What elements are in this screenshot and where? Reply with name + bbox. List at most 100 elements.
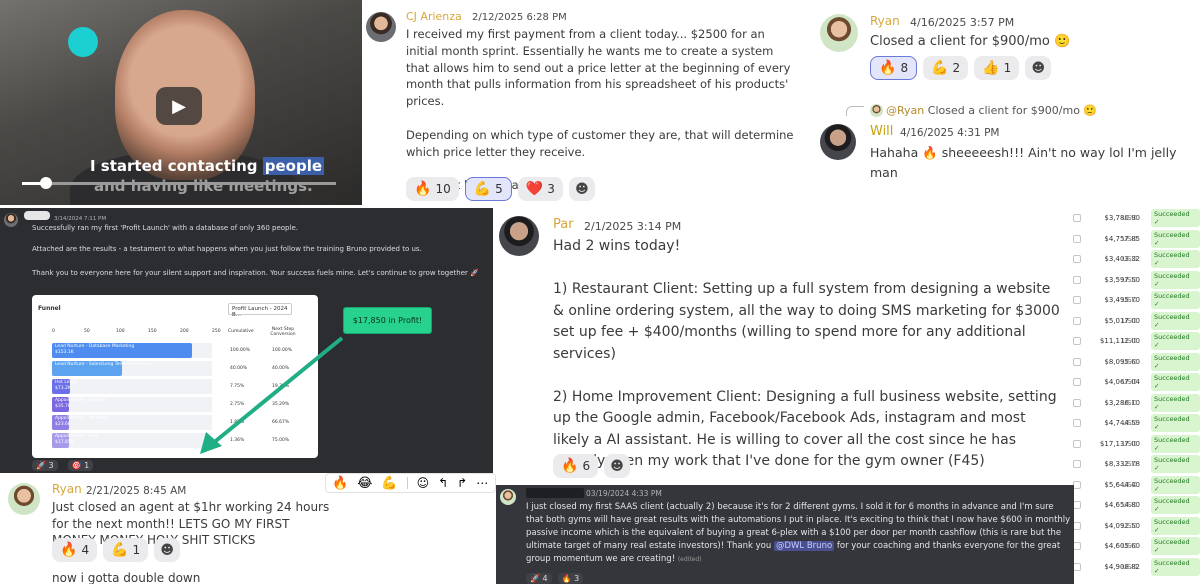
row-checkbox[interactable] [1073,275,1081,284]
row-checkbox[interactable] [1073,337,1081,345]
status-badge: Succeeded ✓ [1151,311,1200,330]
payment-row[interactable]: $4,744.59 USD Succeeded ✓ [1064,413,1200,433]
add-reaction-icon[interactable]: ☻ [568,177,595,201]
add-reaction-icon[interactable]: ☺ [417,476,430,490]
row-checkbox[interactable] [1073,234,1081,243]
row-checkbox[interactable] [1073,542,1081,550]
forward-icon[interactable]: ↱ [457,476,467,490]
add-reaction-icon[interactable]: ☻ [154,538,181,562]
author-name[interactable]: Ryan [870,14,900,28]
payment-row[interactable]: $8,332.78 USD Succeeded ✓ [1064,454,1200,474]
payment-row[interactable]: $3,780.90 USD Succeeded ✓ [1064,208,1200,228]
play-icon[interactable]: ▶ [156,87,202,125]
row-checkbox[interactable] [1073,378,1081,386]
avatar[interactable] [500,489,516,505]
reply-preview[interactable]: @Ryan Closed a client for $900/mo 🙂 [886,104,1097,117]
row-checkbox[interactable] [1073,316,1081,325]
row-checkbox[interactable] [1073,460,1081,468]
reaction-chip[interactable]: 👍 1 [974,56,1020,80]
row-checkbox[interactable] [1073,398,1081,407]
status-badge: Succeeded ✓ [1151,332,1200,350]
row-checkbox[interactable] [1073,214,1081,222]
payment-row[interactable]: $5,017.00 USD Succeeded ✓ [1064,311,1200,331]
message-time: 2/1/2025 3:14 PM [584,220,682,233]
message-time: 2/12/2025 6:28 PM [472,12,567,23]
avatar[interactable] [366,12,396,42]
funnel-tick: 0 [52,329,55,334]
reaction-chip[interactable]: ❤️ 3 [517,177,563,201]
row-checkbox[interactable] [1073,296,1081,304]
reaction-chip[interactable]: 🔥 4 [52,538,98,562]
reaction-chip[interactable]: 🔥 10 [406,177,459,201]
payment-row[interactable]: $3,286.10 USD Succeeded ✓ [1064,393,1200,413]
avatar[interactable] [820,124,856,160]
reaction-bar: 🔥 8 💪 2 👍 1 ☻ [870,56,1052,80]
author-name[interactable]: CJ Arienza [406,10,462,23]
toolbar-fire-reaction[interactable]: 🔥 [332,476,348,491]
toolbar-laugh-reaction[interactable]: 😂 [357,476,372,491]
reaction-chip[interactable]: 💪 2 [923,56,969,80]
mention-link[interactable]: @DWL Bruno [773,541,835,551]
reaction-chip[interactable]: 💪 5 [464,177,512,201]
payment-currency: USD [1122,439,1137,448]
message-cj: CJ Arienza 2/12/2025 6:28 PM I received … [362,0,802,205]
avatar[interactable] [820,14,858,52]
reaction-chip[interactable]: 🚀 4 [526,573,552,584]
reaction-emoji: 🔥 [879,60,897,76]
avatar[interactable] [4,213,18,227]
reaction-count: 2 [952,61,961,75]
video-progress-handle[interactable] [40,177,52,189]
funnel-select[interactable]: Profit Launch - 2024 B... [228,303,292,318]
payment-row[interactable]: $4,605.60 USD Succeeded ✓ [1064,536,1200,556]
funnel-label: Appointment - Booked $35.7K [55,398,106,409]
reaction-chip[interactable]: 🎯 1 [67,460,94,471]
payment-row[interactable]: $4,908.82 USD Succeeded ✓ [1064,557,1200,577]
payment-currency: USD [1122,316,1137,325]
payment-row[interactable]: $4,757.85 USD Succeeded ✓ [1064,229,1200,249]
payment-row[interactable]: $4,092.50 USD Succeeded ✓ [1064,516,1200,536]
toolbar-muscle-reaction[interactable]: 💪 [381,476,397,491]
message-par: Par 2/1/2025 3:14 PM Had 2 wins today! 1… [493,208,1064,484]
payment-currency: USD [1122,378,1137,386]
reaction-chip[interactable]: 💪 1 [103,538,149,562]
row-checkbox[interactable] [1073,419,1081,427]
payment-row[interactable]: $8,095.60 USD Succeeded ✓ [1064,352,1200,372]
funnel-label: Lead Nurture - Sales/Long Term Follow Up… [55,362,152,367]
payment-row[interactable]: $4,067.04 USD Succeeded ✓ [1064,372,1200,392]
payment-row[interactable]: $11,112.00 USD Succeeded ✓ [1064,331,1200,351]
funnel-row: Appointment - Booked $35.7K [52,397,212,412]
status-badge: Succeeded ✓ [1151,475,1200,494]
reaction-chip[interactable]: 🚀 3 [32,460,58,471]
payment-row[interactable]: $5,644.40 USD Succeeded ✓ [1064,475,1200,495]
reaction-chip[interactable]: 🔥 3 [557,573,584,584]
reaction-chip[interactable]: 🔥 8 [870,56,918,80]
video-progress-track[interactable] [22,182,336,185]
payment-row[interactable]: $3,597.50 USD Succeeded ✓ [1064,270,1200,290]
row-checkbox[interactable] [1073,255,1081,263]
row-checkbox[interactable] [1073,562,1081,571]
arrow-icon [200,336,344,454]
row-checkbox[interactable] [1073,439,1081,448]
add-reaction-icon[interactable]: ☻ [604,454,631,478]
author-name[interactable]: Will [870,124,893,139]
more-icon[interactable]: ⋯ [476,476,488,490]
reply-icon[interactable]: ↰ [438,476,448,490]
payment-row[interactable]: $3,403.32 USD Succeeded ✓ [1064,249,1200,269]
video-player[interactable]: ▶ I started contacting people and having… [0,0,362,205]
author-name[interactable]: Par [553,217,574,232]
row-checkbox[interactable] [1073,480,1081,489]
status-badge: Succeeded ✓ [1151,434,1200,453]
author-name[interactable]: Ryan [52,482,82,496]
avatar[interactable] [499,216,539,256]
payment-row[interactable]: $17,137.00 USD Succeeded ✓ [1064,434,1200,454]
payment-currency: USD [1122,562,1137,571]
message-body: I received my first payment from a clien… [406,27,794,193]
avatar[interactable] [8,483,40,515]
payment-row[interactable]: $4,654.80 USD Succeeded ✓ [1064,495,1200,515]
row-checkbox[interactable] [1073,357,1081,366]
add-reaction-icon[interactable]: ☻ [1025,56,1052,80]
reaction-chip[interactable]: 🔥 6 [553,454,599,478]
row-checkbox[interactable] [1073,521,1081,530]
row-checkbox[interactable] [1073,501,1081,509]
payment-row[interactable]: $3,495.70 USD Succeeded ✓ [1064,290,1200,310]
